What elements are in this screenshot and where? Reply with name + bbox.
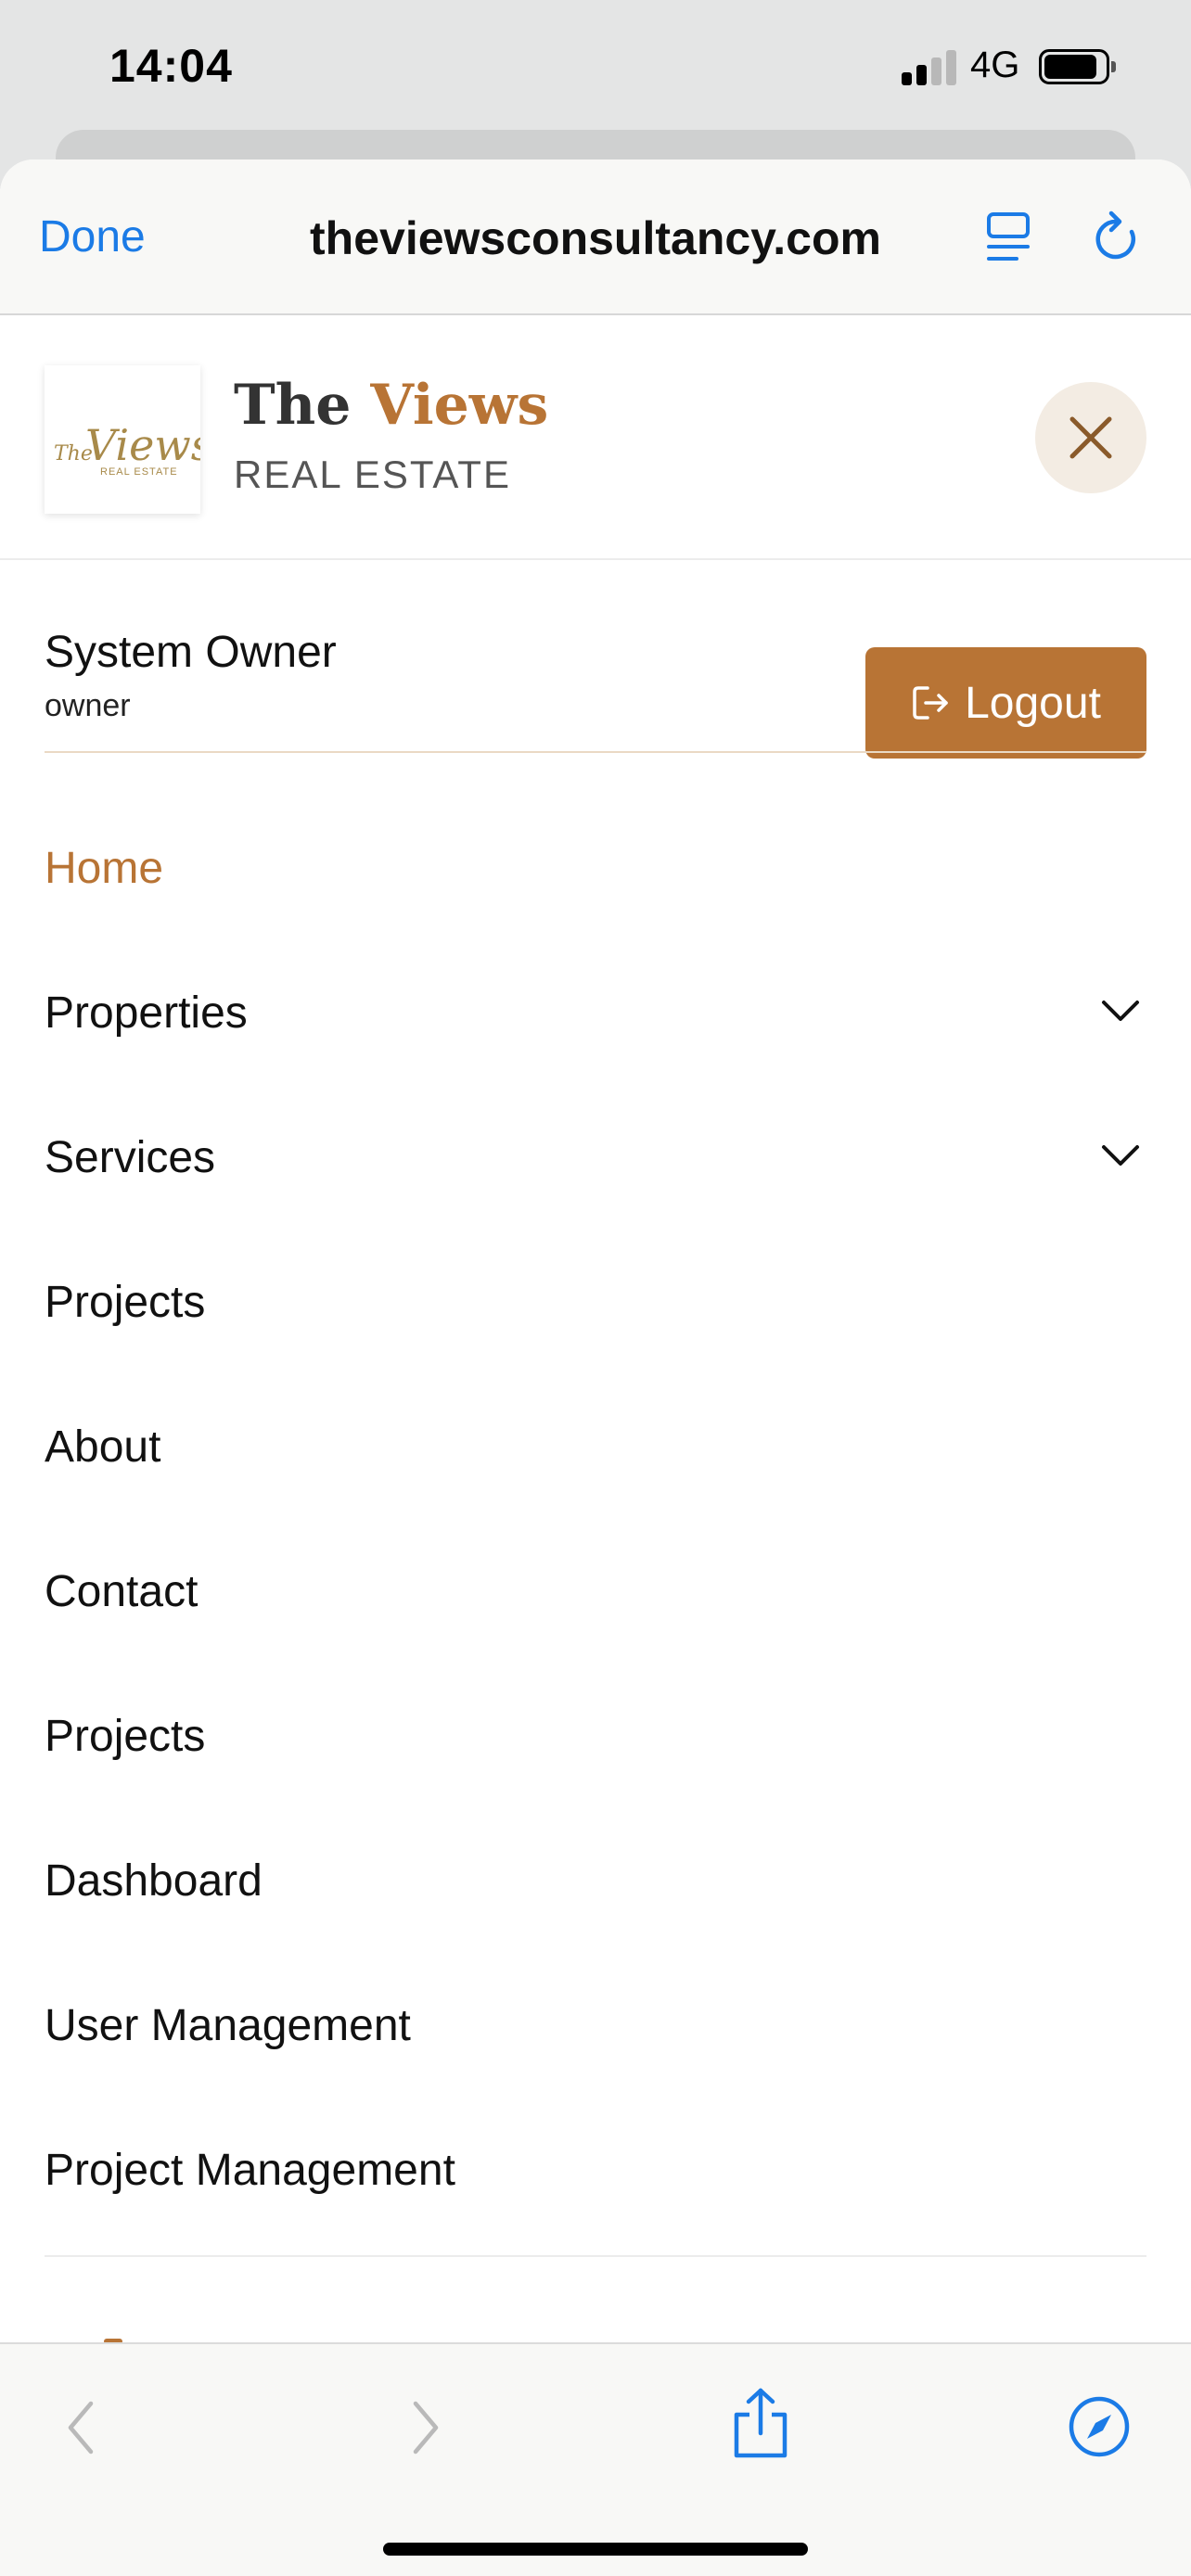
close-icon	[1069, 416, 1112, 459]
site-header: The Views REAL ESTATE The Views REAL EST…	[0, 315, 1191, 560]
brand-title-the: The	[234, 373, 371, 438]
user-info-row: System Owner owner Logout	[0, 560, 1191, 759]
status-time: 14:04	[109, 40, 233, 92]
nav-item-label: Properties	[45, 988, 248, 1038]
logout-icon	[913, 686, 948, 720]
nav-item-projects[interactable]: Projects	[45, 1246, 1146, 1358]
nav-item-contact[interactable]: Contact	[45, 1536, 1146, 1647]
reader-view-icon[interactable]	[985, 211, 1031, 263]
menu-divider	[45, 2255, 1146, 2257]
status-bar: 14:04 4G	[0, 0, 1191, 130]
nav-item-user-management[interactable]: User Management	[45, 1970, 1146, 2081]
nav-item-projects-2[interactable]: Projects	[45, 1680, 1146, 1792]
nav-item-dashboard[interactable]: Dashboard	[45, 1825, 1146, 1936]
chevron-down-icon[interactable]	[1100, 1142, 1141, 1168]
nav-item-label: About	[45, 1422, 161, 1472]
nav-item-services[interactable]: Services	[45, 1102, 1146, 1213]
nav-item-about[interactable]: About	[45, 1391, 1146, 1502]
reload-icon[interactable]	[1093, 210, 1141, 265]
compass-icon[interactable]	[1067, 2394, 1132, 2459]
svg-text:Views: Views	[85, 420, 200, 470]
browser-sheet: theviewsconsultancy.com Done The Views R…	[0, 159, 1191, 2576]
nav-item-label: Contact	[45, 1566, 198, 1616]
cellular-signal-icon	[902, 48, 957, 85]
back-icon[interactable]	[63, 2398, 100, 2457]
nav-item-label: Projects	[45, 1711, 206, 1761]
battery-icon	[1039, 49, 1117, 84]
home-indicator[interactable]	[383, 2543, 808, 2556]
nav-item-label: Projects	[45, 1277, 206, 1327]
brand-title-views: Views	[370, 373, 549, 438]
svg-text:REAL ESTATE: REAL ESTATE	[100, 466, 178, 478]
chevron-down-icon[interactable]	[1100, 998, 1141, 1024]
nav-item-label: User Management	[45, 2000, 411, 2050]
nav-item-label: Project Management	[45, 2145, 455, 2195]
network-type: 4G	[970, 45, 1020, 85]
brand-logo[interactable]: The Views REAL ESTATE	[45, 365, 212, 514]
nav-item-label: Home	[45, 843, 164, 893]
nav-item-project-management[interactable]: Project Management	[45, 2114, 1146, 2225]
user-divider	[45, 751, 1146, 753]
logout-button[interactable]: Logout	[865, 647, 1146, 759]
nav-item-label: Dashboard	[45, 1855, 263, 1906]
done-button[interactable]: Done	[39, 211, 146, 262]
forward-icon[interactable]	[406, 2398, 443, 2457]
browser-bottom-toolbar	[0, 2342, 1191, 2576]
nav-item-label: Services	[45, 1132, 216, 1182]
browser-top-bar: theviewsconsultancy.com Done	[0, 159, 1191, 315]
nav-item-home[interactable]: Home	[45, 812, 1146, 924]
share-icon[interactable]	[729, 2387, 792, 2461]
brand-subtitle: REAL ESTATE	[234, 453, 511, 496]
user-name: System Owner	[45, 628, 337, 677]
brand-title: The Views	[234, 373, 548, 438]
logout-label: Logout	[965, 678, 1101, 728]
nav-item-properties[interactable]: Properties	[45, 957, 1146, 1068]
user-role: owner	[45, 688, 131, 723]
close-menu-button[interactable]	[1035, 382, 1146, 493]
